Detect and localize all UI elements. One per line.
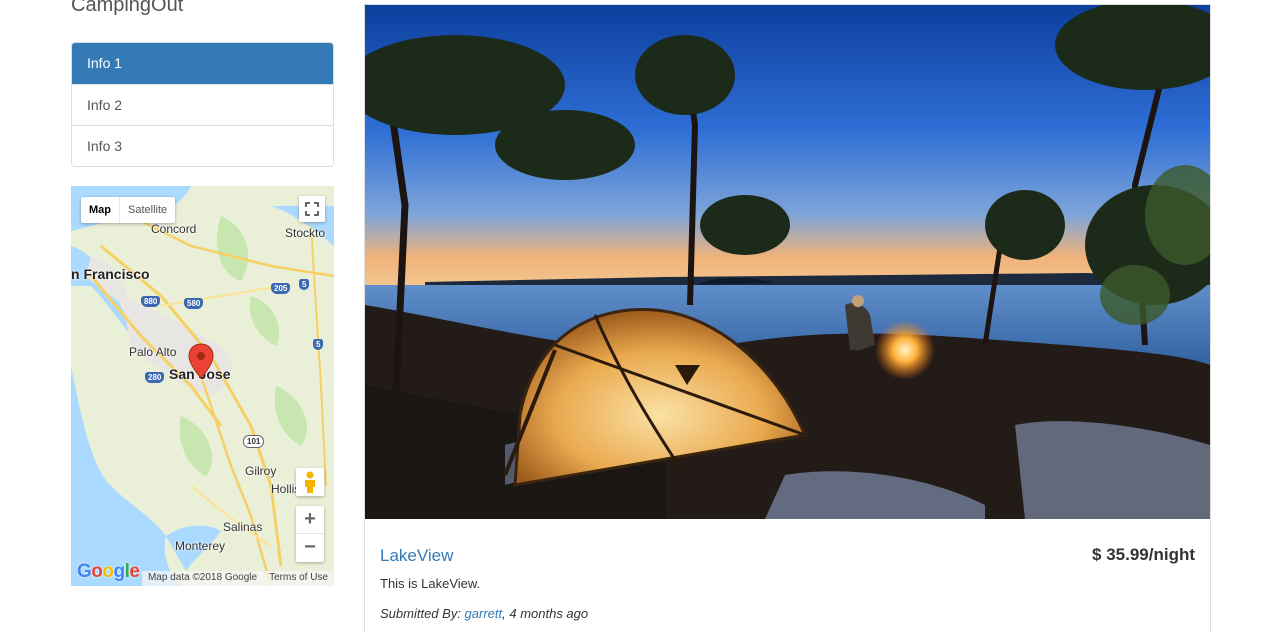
submitted-time: , 4 months ago [502, 606, 589, 621]
map-data-credit: Map data ©2018 Google [147, 572, 258, 583]
fullscreen-button[interactable] [299, 196, 325, 222]
map-label-gilroy: Gilroy [245, 464, 277, 478]
listing-description: This is LakeView. [380, 576, 481, 591]
map-label-palo-alto: Palo Alto [129, 345, 177, 359]
listing-title-link[interactable]: LakeView [380, 546, 453, 566]
street-view-button[interactable] [296, 468, 324, 496]
map-label-monterey: Monterey [175, 539, 226, 553]
pegman-icon [305, 471, 315, 493]
map-terrain [71, 186, 334, 586]
highway-shield: 205 [271, 283, 291, 294]
highway-shield: 880 [141, 296, 161, 307]
fullscreen-icon [305, 202, 319, 216]
campsite-photo [365, 5, 1210, 519]
google-logo[interactable]: Google [77, 561, 140, 583]
map-label-salinas: Salinas [223, 520, 263, 534]
submitted-by-label: Submitted By: [380, 606, 465, 621]
map-label-concord: Concord [151, 222, 197, 236]
map-label-san-francisco: n Francisco [71, 266, 150, 282]
map-type-control: Map Satellite [81, 197, 176, 223]
highway-shield: 101 [243, 435, 265, 448]
sidebar-item-info-3[interactable]: Info 3 [72, 125, 333, 166]
zoom-out-button[interactable]: − [296, 534, 324, 562]
zoom-control: + − [296, 506, 324, 562]
map-label-stockton: Stockto [285, 226, 326, 240]
author-link[interactable]: garrett [465, 606, 503, 621]
highway-shield: 580 [184, 298, 204, 309]
map-attribution: Map data ©2018 Google Terms of Use [141, 571, 334, 586]
listing-price: $ 35.99/night [1092, 545, 1195, 564]
sidebar-item-info-1[interactable]: Info 1 [72, 43, 333, 84]
submitted-by-line: Submitted By: garrett, 4 months ago [380, 606, 588, 621]
sidebar-item-info-2[interactable]: Info 2 [72, 84, 333, 125]
location-pin-icon[interactable] [188, 343, 214, 379]
sidebar-list: Info 1 Info 2 Info 3 [71, 42, 334, 167]
map-widget[interactable]: Concord Stockto n Francisco Palo Alto Sa… [71, 186, 334, 586]
terms-of-use-link[interactable]: Terms of Use [269, 572, 328, 585]
map-type-map-button[interactable]: Map [81, 197, 120, 223]
zoom-in-button[interactable]: + [296, 506, 324, 534]
map-type-satellite-button[interactable]: Satellite [120, 197, 175, 223]
listing-card: LakeView $ 35.99/night This is LakeView.… [364, 4, 1211, 632]
brand-title[interactable]: CampingOut [71, 0, 183, 17]
highway-shield: 280 [145, 372, 165, 383]
